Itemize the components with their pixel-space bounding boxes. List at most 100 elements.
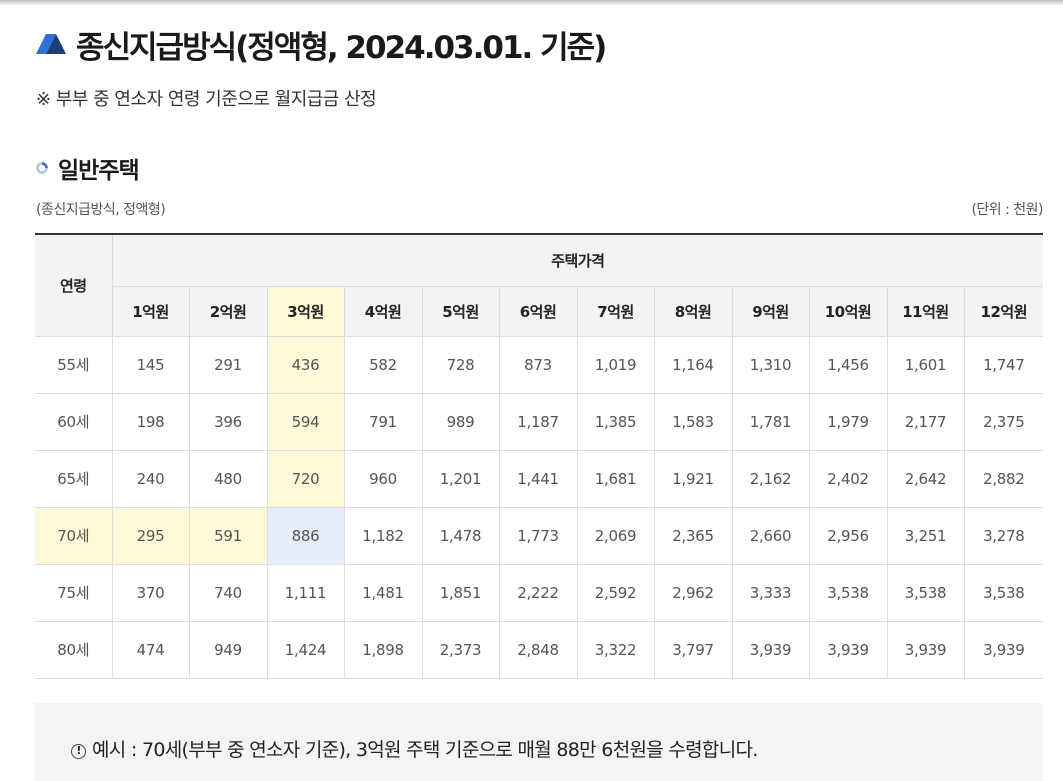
ring-bullet-icon xyxy=(36,162,48,174)
payment-cell: 2,069 xyxy=(576,506,655,565)
title-row: 종신지급방식(정액형, 2024.03.01. 기준) xyxy=(36,22,607,66)
payment-table: 연령 주택가격 1억원 2억원 3억원 4억원 5억원 6억원 7억원 8억원 … xyxy=(35,233,1044,679)
payment-cell: 1,424 xyxy=(266,620,345,679)
payment-cell: 2,375 xyxy=(963,392,1044,451)
payment-cell: 2,222 xyxy=(498,563,578,622)
exclamation-circle-icon: ! xyxy=(71,744,86,759)
payment-cell: 396 xyxy=(188,392,268,451)
payment-cell: 989 xyxy=(421,392,500,451)
payment-cell: 474 xyxy=(111,620,190,679)
payment-cell: 3,538 xyxy=(963,563,1044,622)
payment-cell: 3,939 xyxy=(963,620,1044,679)
payment-cell: 1,019 xyxy=(576,335,655,394)
payment-cell: 3,797 xyxy=(653,620,733,679)
payment-cell: 3,939 xyxy=(731,620,810,679)
payment-cell: 2,962 xyxy=(653,563,733,622)
price-column-header: 6억원 xyxy=(498,285,578,337)
payment-cell: 720 xyxy=(266,449,345,508)
payment-cell: 1,979 xyxy=(808,392,888,451)
payment-cell: 2,882 xyxy=(963,449,1044,508)
payment-cell: 591 xyxy=(188,506,268,565)
price-column-header-highlighted: 3억원 xyxy=(266,285,345,337)
house-price-group-header: 주택가격 xyxy=(111,233,1044,287)
payment-cell: 791 xyxy=(343,392,423,451)
payment-cell: 2,956 xyxy=(808,506,888,565)
table-body: 55세 145 291 436 582 728 873 1,019 1,164 1,310 1,45… xyxy=(35,335,1044,679)
payment-cell: 2,365 xyxy=(653,506,733,565)
payment-cell: 145 xyxy=(111,335,190,394)
payment-cell: 2,177 xyxy=(886,392,965,451)
payment-cell: 1,601 xyxy=(886,335,965,394)
table-row: 75세 370 740 1,111 1,481 1,851 2,222 2,592 2,962 3… xyxy=(35,563,1044,622)
payment-cell: 3,538 xyxy=(808,563,888,622)
payment-cell: 2,848 xyxy=(498,620,578,679)
age-cell: 55세 xyxy=(35,335,113,394)
age-cell: 75세 xyxy=(35,563,113,622)
payment-cell: 1,773 xyxy=(498,506,578,565)
payment-cell: 1,456 xyxy=(808,335,888,394)
payment-cell: 728 xyxy=(421,335,500,394)
payment-cell: 436 xyxy=(266,335,345,394)
table-caption-unit: (단위 : 천원) xyxy=(971,202,1043,218)
table-row: 55세 145 291 436 582 728 873 1,019 1,164 1,310 1,45… xyxy=(35,335,1044,394)
section-header: 일반주택 xyxy=(36,152,140,184)
payment-cell: 949 xyxy=(188,620,268,679)
table-caption-method: (종신지급방식, 정액형) xyxy=(36,202,166,218)
payment-cell: 2,373 xyxy=(421,620,500,679)
payment-cell: 3,333 xyxy=(731,563,810,622)
chevron-up-logo-icon xyxy=(36,34,66,54)
payment-cell: 1,921 xyxy=(653,449,733,508)
price-column-header: 8억원 xyxy=(653,285,733,337)
payment-cell: 740 xyxy=(188,563,268,622)
payment-cell: 1,583 xyxy=(653,392,733,451)
age-column-header: 연령 xyxy=(35,233,113,337)
payment-cell: 594 xyxy=(266,392,345,451)
payment-cell: 886 xyxy=(266,506,345,565)
payment-cell: 370 xyxy=(111,563,190,622)
age-cell: 65세 xyxy=(35,449,113,508)
price-column-header: 9억원 xyxy=(731,285,810,337)
payment-cell: 240 xyxy=(111,449,190,508)
payment-cell: 1,111 xyxy=(266,563,345,622)
payment-cell: 1,385 xyxy=(576,392,655,451)
payment-cell: 1,781 xyxy=(731,392,810,451)
price-column-header: 2억원 xyxy=(188,285,268,337)
page-note: ※ 부부 중 연소자 연령 기준으로 월지급금 산정 xyxy=(36,89,377,110)
price-column-header: 4억원 xyxy=(343,285,423,337)
payment-cell: 3,939 xyxy=(808,620,888,679)
payment-cell: 2,162 xyxy=(731,449,810,508)
age-cell: 60세 xyxy=(35,392,113,451)
payment-cell: 295 xyxy=(111,506,190,565)
payment-cell: 3,322 xyxy=(576,620,655,679)
payment-cell: 873 xyxy=(498,335,578,394)
payment-cell: 1,164 xyxy=(653,335,733,394)
price-column-header: 10억원 xyxy=(808,285,888,337)
example-text: ! 예시 : 70세(부부 중 연소자 기준), 3억원 주택 기준으로 매월 8… xyxy=(71,735,758,762)
payment-cell: 3,278 xyxy=(963,506,1044,565)
table-row: 60세 198 396 594 791 989 1,187 1,385 1,583 1,781 1,… xyxy=(35,392,1044,451)
top-shadow xyxy=(0,0,1063,6)
example-box: ! 예시 : 70세(부부 중 연소자 기준), 3억원 주택 기준으로 매월 8… xyxy=(35,703,1043,781)
price-column-header: 11억원 xyxy=(886,285,965,337)
payment-cell: 1,182 xyxy=(343,506,423,565)
price-column-header: 12억원 xyxy=(963,285,1044,337)
payment-cell: 582 xyxy=(343,335,423,394)
payment-cell: 2,660 xyxy=(731,506,810,565)
example-sentence: 예시 : 70세(부부 중 연소자 기준), 3억원 주택 기준으로 매월 88… xyxy=(92,739,758,761)
payment-cell: 291 xyxy=(188,335,268,394)
payment-cell: 1,851 xyxy=(421,563,500,622)
payment-cell: 2,642 xyxy=(886,449,965,508)
payment-cell: 1,187 xyxy=(498,392,578,451)
payment-cell: 2,402 xyxy=(808,449,888,508)
page-title: 종신지급방식(정액형, 2024.03.01. 기준) xyxy=(76,29,607,66)
payment-cell: 1,747 xyxy=(963,335,1044,394)
payment-cell: 1,481 xyxy=(343,563,423,622)
section-title: 일반주택 xyxy=(58,158,140,184)
price-column-header: 5억원 xyxy=(421,285,500,337)
payment-cell: 960 xyxy=(343,449,423,508)
payment-cell: 198 xyxy=(111,392,190,451)
payment-cell: 3,251 xyxy=(886,506,965,565)
payment-cell: 2,592 xyxy=(576,563,655,622)
payment-cell: 1,478 xyxy=(421,506,500,565)
payment-cell: 1,310 xyxy=(731,335,810,394)
